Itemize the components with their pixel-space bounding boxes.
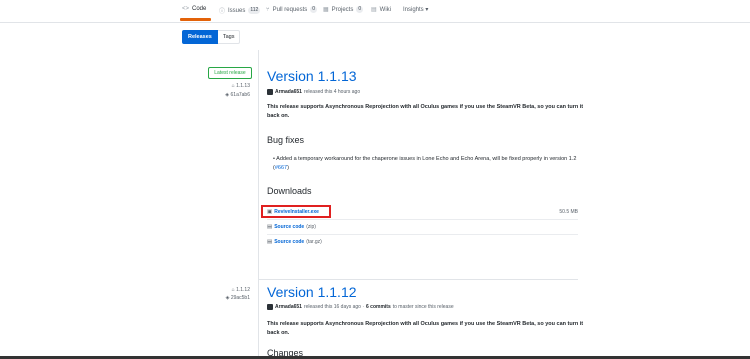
download-source-zip[interactable]: ▤ Source code (zip) — [267, 222, 578, 232]
download-name[interactable]: Source code — [274, 239, 304, 245]
release-separator — [258, 279, 578, 280]
release2-description: This release supports Asynchronous Repro… — [267, 321, 584, 336]
release2-commit[interactable]: ◈ 29ac5b1 — [226, 295, 250, 301]
avatar[interactable] — [267, 89, 273, 95]
download-size: 50.5 MB — [559, 209, 578, 215]
bug-fixes-heading: Bug fixes — [267, 135, 305, 145]
tab-issues[interactable]: ⓘ Issues 112 — [219, 6, 261, 15]
release1-author[interactable]: Armada651 — [275, 89, 302, 95]
tab-insights-label: Insights ▾ — [403, 7, 429, 13]
bug-fix-text: Added a temporary workaround for the cha… — [273, 156, 577, 171]
latest-release-badge: Latest release — [208, 67, 252, 79]
release1-commit[interactable]: ◈ 61a7ab6 — [225, 92, 250, 98]
download-source-targz[interactable]: ▤ Source code (tar.gz) — [267, 237, 578, 247]
archive-icon: ▤ — [267, 239, 273, 245]
code-icon: <> — [182, 6, 190, 12]
timeline-divider — [258, 50, 259, 280]
release2-byline: Armada651 released this 16 days ago · 6 … — [267, 304, 454, 310]
release1-title[interactable]: Version 1.1.13 — [267, 68, 357, 84]
avatar[interactable] — [267, 304, 273, 310]
tab-projects[interactable]: ▦ Projects 0 — [323, 6, 364, 13]
tab-code-label: Code — [192, 6, 207, 12]
tab-code[interactable]: <> Code — [182, 6, 206, 12]
releases-button[interactable]: Releases — [182, 30, 218, 44]
issue-icon: ⓘ — [219, 9, 226, 15]
installer-highlight-box — [261, 205, 331, 218]
repo-nav: <> Code ⓘ Issues 112 ⑂ Pull requests 0 ▦… — [0, 0, 750, 23]
release2-tag[interactable]: ⌂ 1.1.12 — [232, 287, 250, 293]
download-ext: (tar.gz) — [306, 239, 322, 245]
release2-tag-label: 1.1.12 — [236, 287, 250, 293]
tab-pull-requests[interactable]: ⑂ Pull requests 0 — [266, 6, 318, 13]
commits-since-suffix: to master since this release — [392, 304, 454, 310]
tab-issues-label: Issues — [228, 7, 246, 14]
release2-author[interactable]: Armada651 — [275, 304, 302, 310]
downloads-heading: Downloads — [267, 186, 312, 196]
bug-fix-item: • Added a temporary workaround for the c… — [273, 156, 577, 171]
bug-fix-text-end: ) — [287, 165, 289, 171]
commits-since-link[interactable]: 6 commits — [366, 304, 391, 310]
pull-request-icon: ⑂ — [266, 6, 270, 13]
timeline-divider-2 — [258, 280, 259, 359]
pull-requests-counter: 0 — [310, 6, 318, 13]
release1-commit-label: 61a7ab6 — [230, 92, 250, 98]
release2-released-time: released this 16 days ago · — [303, 304, 365, 310]
release1-byline: Armada651 released this 4 hours ago — [267, 89, 360, 95]
issues-counter: 112 — [248, 7, 261, 14]
archive-icon: ▤ — [267, 224, 273, 230]
issue-link[interactable]: #667 — [275, 165, 287, 171]
release1-released-time: released this 4 hours ago — [303, 89, 361, 95]
tab-wiki[interactable]: ▤ Wiki — [371, 6, 392, 14]
release-subnav: Releases Tags — [182, 30, 241, 44]
tab-wiki-label: Wiki — [379, 6, 392, 13]
project-icon: ▦ — [323, 7, 329, 13]
release1-tag[interactable]: ⌂ 1.1.13 — [232, 83, 250, 89]
row-divider — [267, 234, 578, 235]
projects-counter: 0 — [356, 6, 364, 13]
tab-pull-requests-label: Pull requests — [272, 6, 308, 13]
release1-description: This release supports Asynchronous Repro… — [267, 104, 584, 119]
tab-projects-label: Projects — [331, 6, 354, 13]
release2-commit-label: 29ac5b1 — [230, 295, 250, 301]
row-divider — [267, 219, 578, 220]
download-ext: (zip) — [306, 224, 316, 230]
wiki-icon: ▤ — [371, 7, 377, 13]
active-tab-indicator — [180, 18, 211, 21]
release2-title[interactable]: Version 1.1.12 — [267, 284, 357, 300]
release1-tag-label: 1.1.13 — [236, 83, 250, 89]
download-name[interactable]: Source code — [274, 224, 304, 230]
tags-button[interactable]: Tags — [217, 30, 241, 44]
tab-insights[interactable]: Insights ▾ — [403, 6, 428, 13]
